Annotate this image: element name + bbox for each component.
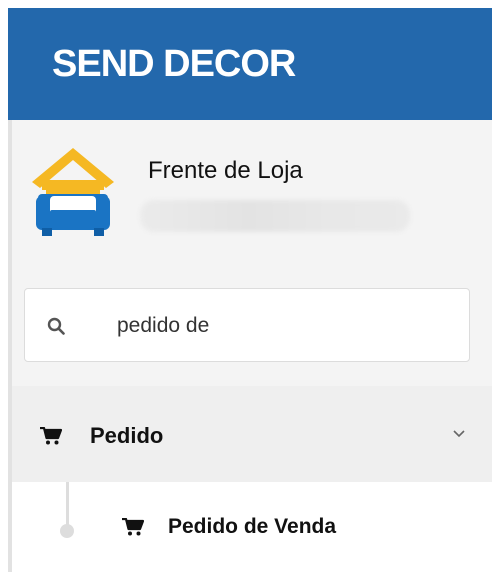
search-icon xyxy=(47,317,65,335)
submenu-pedido: Pedido de Venda xyxy=(12,482,492,572)
user-profile: Frente de Loja xyxy=(12,120,492,270)
search-input[interactable] xyxy=(117,309,447,343)
sidebar: Frente de Loja Pedido xyxy=(8,120,492,572)
armchair-house-icon xyxy=(32,148,114,236)
app-title: SEND DECOR xyxy=(52,43,296,85)
tree-connector-line xyxy=(66,482,69,528)
menu-search[interactable] xyxy=(24,288,470,362)
store-name: Frente de Loja xyxy=(148,157,303,184)
menu-group-pedido: Pedido Pedido de Venda xyxy=(12,386,492,572)
chevron-down-icon[interactable] xyxy=(452,429,466,439)
tree-connector-dot xyxy=(60,524,74,538)
app-frame: SEND DECOR Frente de Loja pedido de Pedi… xyxy=(0,0,492,572)
menu-item-label: Pedido xyxy=(90,423,164,448)
brand-header: SEND DECOR xyxy=(8,8,492,120)
shopping-cart-icon xyxy=(40,427,62,445)
redacted-user-info xyxy=(140,200,410,232)
shopping-cart-icon xyxy=(122,518,144,536)
menu-item-pedido[interactable]: Pedido xyxy=(12,386,492,482)
submenu-item-label: Pedido de Venda xyxy=(168,515,337,538)
